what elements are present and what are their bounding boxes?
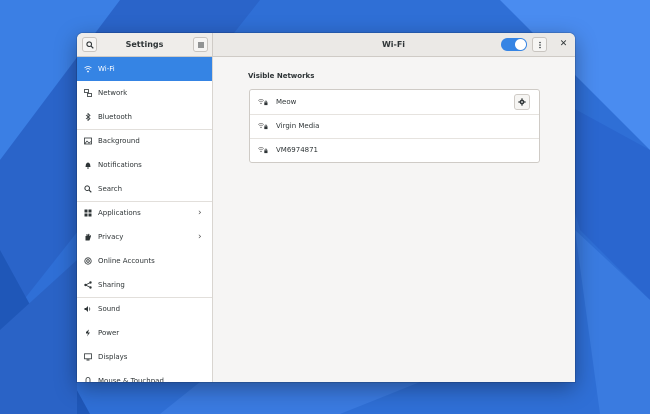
network-icon	[84, 89, 92, 97]
network-row[interactable]: VM6974871	[250, 138, 539, 162]
network-settings-button[interactable]	[514, 94, 530, 110]
sidebar-item-label: Search	[98, 185, 123, 193]
power-icon	[86, 329, 90, 337]
at-icon	[84, 257, 92, 265]
chevron-right-icon: ›	[198, 232, 202, 242]
sidebar-item-label: Background	[98, 137, 140, 145]
sidebar-item-search[interactable]: Search	[77, 177, 212, 201]
background-icon	[84, 137, 92, 145]
wifi-secured-icon	[258, 147, 268, 154]
bluetooth-icon	[85, 113, 91, 121]
hand-icon	[85, 233, 91, 241]
toggle-knob	[515, 39, 526, 50]
sidebar-item-bluetooth[interactable]: Bluetooth	[77, 105, 212, 129]
search-icon	[84, 185, 92, 193]
sidebar-item-label: Displays	[98, 353, 128, 361]
sidebar-item-label: Power	[98, 329, 120, 337]
header-bar: Settings Wi-Fi ✕	[77, 33, 575, 57]
sidebar-item-wifi[interactable]: Wi-Fi	[77, 57, 212, 81]
wifi-icon	[84, 66, 92, 73]
sidebar-item-label: Applications	[98, 209, 141, 217]
close-button[interactable]: ✕	[558, 38, 569, 51]
menu-button[interactable]	[193, 37, 208, 52]
wifi-toggle[interactable]	[501, 38, 527, 51]
network-name: Virgin Media	[276, 122, 320, 130]
sidebar-item-background[interactable]: Background	[77, 129, 212, 153]
network-name: Meow	[276, 98, 297, 106]
wifi-secured-icon	[258, 99, 268, 106]
sidebar-item-label: Sound	[98, 305, 121, 313]
chevron-right-icon: ›	[198, 208, 202, 218]
search-button[interactable]	[82, 37, 97, 52]
sidebar-item-sound[interactable]: Sound	[77, 297, 212, 321]
settings-window: Settings Wi-Fi ✕ Wi-Fi Network Bluetooth…	[77, 33, 575, 382]
network-list: Meow Virgin Media VM6974871	[249, 89, 540, 163]
sidebar-item-network[interactable]: Network	[77, 81, 212, 105]
sidebar-item-label: Sharing	[98, 281, 125, 289]
sidebar-item-label: Bluetooth	[98, 113, 132, 121]
kebab-menu-icon	[538, 41, 541, 48]
sidebar: Wi-Fi Network Bluetooth Background Notif…	[77, 57, 213, 382]
bell-icon	[85, 162, 91, 169]
sidebar-item-sharing[interactable]: Sharing	[77, 273, 212, 297]
network-name: VM6974871	[276, 146, 319, 154]
sidebar-item-applications[interactable]: Applications ›	[77, 201, 212, 225]
more-options-button[interactable]	[532, 37, 547, 52]
display-icon	[84, 353, 92, 361]
network-row[interactable]: Virgin Media	[250, 114, 539, 138]
grid-icon	[84, 209, 92, 217]
sidebar-item-notifications[interactable]: Notifications	[77, 153, 212, 177]
search-icon	[85, 40, 94, 49]
mouse-icon	[85, 377, 91, 382]
sidebar-item-displays[interactable]: Displays	[77, 345, 212, 369]
wifi-secured-icon	[258, 123, 268, 130]
speaker-icon	[84, 306, 91, 312]
sidebar-title: Settings	[125, 40, 164, 49]
sidebar-item-label: Online Accounts	[98, 257, 155, 265]
close-icon: ✕	[559, 39, 568, 49]
sidebar-item-mouse-touchpad[interactable]: Mouse & Touchpad	[77, 369, 212, 382]
gear-icon	[518, 98, 526, 106]
network-row[interactable]: Meow	[250, 90, 539, 114]
sidebar-item-label: Privacy	[98, 233, 124, 241]
share-icon	[84, 281, 92, 289]
sidebar-item-label: Network	[98, 89, 128, 97]
visible-networks-heading: Visible Networks	[248, 72, 315, 80]
main-panel: Visible Networks Meow Virgin Media VM697…	[213, 57, 575, 382]
sidebar-item-label: Wi-Fi	[98, 65, 115, 73]
sidebar-item-online-accounts[interactable]: Online Accounts	[77, 249, 212, 273]
sidebar-item-power[interactable]: Power	[77, 321, 212, 345]
sidebar-item-label: Notifications	[98, 161, 142, 169]
sidebar-header: Settings	[77, 33, 213, 56]
hamburger-icon	[197, 42, 204, 47]
sidebar-item-label: Mouse & Touchpad	[98, 377, 164, 382]
sidebar-item-privacy[interactable]: Privacy ›	[77, 225, 212, 249]
